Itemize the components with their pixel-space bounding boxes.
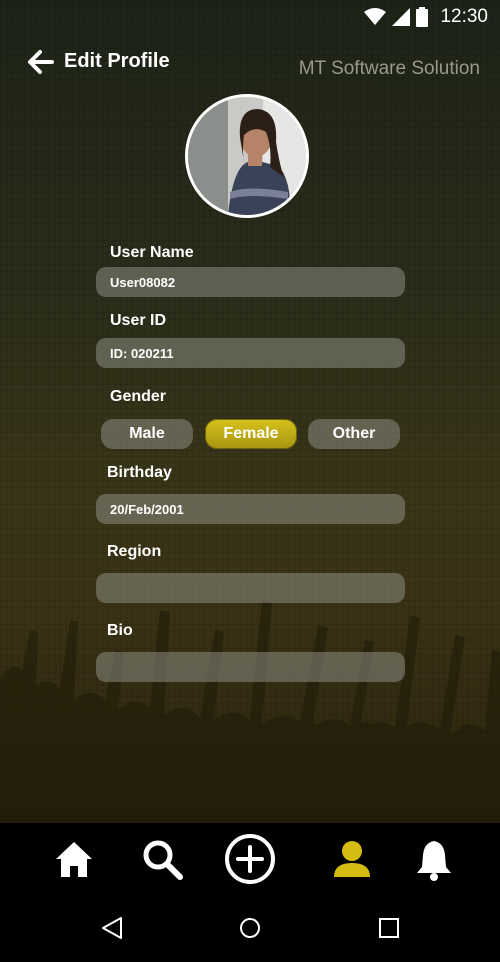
birthday-field[interactable]: 20/Feb/2001 <box>96 494 405 524</box>
status-time: 12:30 <box>440 6 488 27</box>
status-icons <box>364 7 428 27</box>
gender-male-button[interactable]: Male <box>101 419 193 449</box>
gender-label: Gender <box>110 388 167 405</box>
userid-value: ID: 020211 <box>110 345 174 361</box>
username-value: User08082 <box>110 274 176 290</box>
header: Edit Profile MT Software Solution <box>0 44 500 84</box>
region-field[interactable] <box>96 573 405 603</box>
bell-icon[interactable] <box>412 837 456 881</box>
crowd-background-image <box>0 600 500 823</box>
bio-label: Bio <box>107 622 133 639</box>
avatar-photo <box>188 97 306 215</box>
system-home-icon[interactable] <box>235 913 265 943</box>
userid-label: User ID <box>110 312 167 329</box>
brand-watermark: MT Software Solution <box>298 58 480 79</box>
userid-field[interactable]: ID: 020211 <box>96 338 405 368</box>
back-arrow-icon[interactable] <box>26 48 54 76</box>
page-title: Edit Profile <box>64 50 170 72</box>
system-recents-icon[interactable] <box>374 913 404 943</box>
add-icon[interactable] <box>224 833 276 885</box>
profile-icon[interactable] <box>330 837 374 881</box>
wifi-icon <box>364 8 386 25</box>
bio-field[interactable] <box>96 652 405 682</box>
search-icon[interactable] <box>140 837 184 881</box>
status-bar: 12:30 <box>0 0 500 34</box>
username-label: User Name <box>110 244 194 261</box>
system-back-icon[interactable] <box>97 913 127 943</box>
signal-icon <box>392 8 410 26</box>
region-label: Region <box>107 543 162 560</box>
gender-other-button[interactable]: Other <box>308 419 400 449</box>
bottom-nav <box>0 823 500 895</box>
birthday-value: 20/Feb/2001 <box>110 501 184 517</box>
home-icon[interactable] <box>52 837 96 881</box>
system-navigation-bar <box>0 895 500 962</box>
profile-avatar[interactable] <box>185 94 309 218</box>
username-field[interactable]: User08082 <box>96 267 405 297</box>
battery-icon <box>416 7 428 27</box>
birthday-label: Birthday <box>107 464 172 481</box>
edit-profile-screen: 12:30 Edit Profile MT Software Solution … <box>0 0 500 823</box>
gender-female-button[interactable]: Female <box>205 419 297 449</box>
